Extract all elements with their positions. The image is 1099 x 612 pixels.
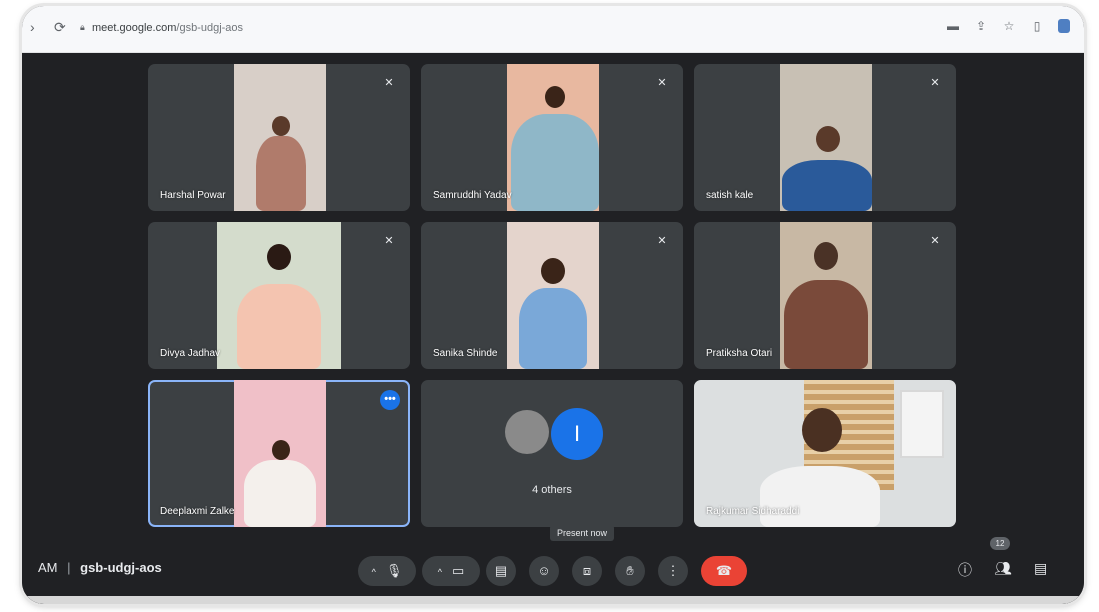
more-options-icon[interactable]: ••• [380, 390, 400, 410]
present-button[interactable]: ⧈ [572, 556, 602, 586]
url-path: /gsb-udgj-aos [176, 22, 244, 34]
more-options-button[interactable]: ⋮ [658, 556, 688, 586]
extension-icon[interactable] [1058, 19, 1070, 33]
people-icon[interactable]: 👥︎ [994, 560, 1012, 577]
mic-icon: 🎙︎ [385, 563, 403, 578]
participant-video [217, 222, 341, 369]
reload-icon[interactable]: ⟳ [54, 19, 66, 36]
participant-tile-active[interactable]: ••• Deeplaxmi Zalke [148, 380, 410, 527]
mute-icon: ✕ [930, 77, 940, 89]
chevron-up-icon[interactable]: ^ [438, 567, 442, 577]
participant-video [694, 380, 956, 527]
participant-name: satish kale [706, 190, 754, 201]
url-host: meet.google.com [92, 22, 177, 34]
emoji-icon: ☺ [537, 563, 551, 578]
camera-off-icon: ▭ [451, 563, 465, 578]
camera-icon[interactable]: ▬ [946, 19, 960, 33]
mute-icon: ✕ [930, 235, 940, 247]
mute-icon: ✕ [657, 235, 667, 247]
share-icon[interactable]: ⇪ [974, 19, 988, 33]
meeting-time: AM [38, 560, 58, 575]
others-avatar-letter: I [551, 408, 603, 460]
meeting-details: AM | gsb-udgj-aos [38, 560, 162, 575]
mute-icon: ✕ [384, 77, 394, 89]
browser-toolbar: › ⟳ 🔒︎ meet.google.com/gsb-udgj-aos ▬ ⇪ … [22, 6, 1084, 53]
participant-video [507, 64, 599, 211]
participant-tile[interactable]: ✕ Divya Jadhav [148, 222, 410, 369]
mic-button[interactable]: ^ 🎙︎ [358, 556, 416, 586]
raise-hand-icon: ✋︎ [626, 563, 634, 578]
others-avatar-photo [505, 410, 549, 454]
chat-icon[interactable]: ▤ [1034, 560, 1047, 577]
sidebar-icon[interactable]: ▯ [1030, 19, 1044, 33]
info-icon[interactable]: ⓘ [958, 560, 972, 580]
app-window: › ⟳ 🔒︎ meet.google.com/gsb-udgj-aos ▬ ⇪ … [22, 6, 1084, 604]
participant-tile[interactable]: ✕ satish kale [694, 64, 956, 211]
end-call-button[interactable]: ☎︎ [701, 556, 747, 586]
participant-video [780, 222, 872, 369]
participant-tile[interactable]: ✕ Harshal Powar [148, 64, 410, 211]
participant-name: Deeplaxmi Zalke [160, 506, 235, 517]
emoji-button[interactable]: ☺ [529, 556, 559, 586]
lock-icon: 🔒︎ [80, 22, 85, 32]
participant-name: Rajkumar Sidharaddi [706, 506, 800, 517]
present-now-tooltip: Present now [550, 525, 615, 541]
participant-video [234, 380, 326, 527]
participant-tile[interactable]: ✕ Samruddhi Yadav [421, 64, 683, 211]
back-icon[interactable]: › [30, 19, 35, 35]
mute-icon: ✕ [384, 235, 394, 247]
participant-name: Harshal Powar [160, 190, 226, 201]
more-options-icon: ⋮ [666, 563, 680, 578]
participant-tile[interactable]: ✕ Pratiksha Otari [694, 222, 956, 369]
chevron-up-icon[interactable]: ^ [372, 567, 376, 577]
camera-button[interactable]: ^ ▭ [422, 556, 480, 586]
participant-name: Samruddhi Yadav [433, 190, 512, 201]
captions-button[interactable]: ▤ [486, 556, 516, 586]
participant-tile[interactable]: ✕ Sanika Shinde [421, 222, 683, 369]
address-bar[interactable]: meet.google.com/gsb-udgj-aos [92, 22, 243, 34]
raise-hand-button[interactable]: ✋︎ [615, 556, 645, 586]
participant-name: Sanika Shinde [433, 348, 498, 359]
mute-icon: ✕ [657, 77, 667, 89]
meeting-code: gsb-udgj-aos [80, 560, 162, 575]
participant-video [507, 222, 599, 369]
captions-icon: ▤ [494, 563, 508, 578]
people-count-badge: 12 [990, 537, 1010, 550]
others-label: 4 others [532, 484, 572, 496]
participant-video [234, 64, 326, 211]
participant-name: Pratiksha Otari [706, 348, 773, 359]
star-icon[interactable]: ☆ [1002, 19, 1016, 33]
taskbar-strip [22, 596, 1084, 604]
present-icon: ⧈ [582, 563, 592, 578]
end-call-icon: ☎︎ [715, 563, 733, 578]
others-tile[interactable]: I 4 others [421, 380, 683, 527]
participant-name: Divya Jadhav [160, 348, 221, 359]
participant-tile[interactable]: Rajkumar Sidharaddi [694, 380, 956, 527]
participant-video [780, 64, 872, 211]
